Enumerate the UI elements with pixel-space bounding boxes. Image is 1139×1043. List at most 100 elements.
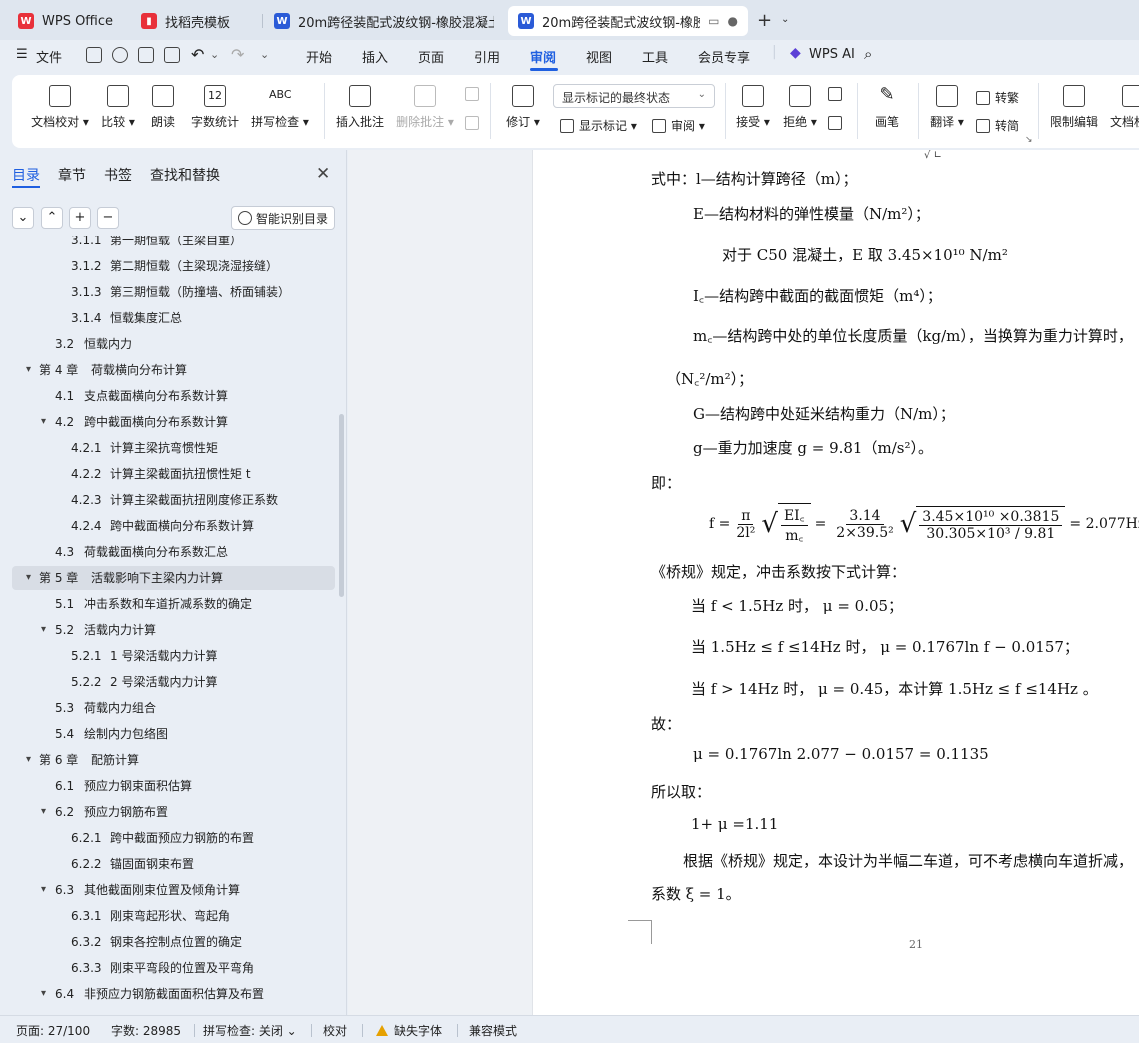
collapse-all-button[interactable]: ⌄ (12, 207, 34, 229)
markup-mode-select[interactable]: 显示标记的最终状态 ⌄ (553, 84, 715, 108)
toc-item[interactable]: 6.3.3 刚束平弯段的位置及平弯角 (12, 956, 335, 980)
toc-item[interactable]: 5.2.2 2 号梁活载内力计算 (12, 670, 335, 694)
tab-bookmarks[interactable]: 书签 (104, 165, 132, 185)
dialog-launcher-icon[interactable]: ↘ (1025, 135, 1033, 145)
status-page[interactable]: 页面: 27/100 (16, 1022, 90, 1039)
delete-comment-button[interactable]: 删除批注 ▾ (394, 85, 456, 130)
toc-item[interactable]: 4.2.3 计算主梁截面抗扭刚度修正系数 (12, 488, 335, 512)
print-preview-icon[interactable] (164, 47, 180, 63)
toc-item[interactable]: ▾ 第 5 章活载影响下主梁内力计算 (12, 566, 335, 590)
toc-item[interactable]: 6.2.2 锚固面钢束布置 (12, 852, 335, 876)
compare-button[interactable]: 比较 ▾ (98, 85, 138, 130)
menu-wps-ai[interactable]: WPS AI (809, 47, 855, 62)
chevron-down-icon[interactable]: ⌄ (260, 48, 269, 61)
toc-item[interactable]: 6.3.1 刚束弯起形状、弯起角 (12, 904, 335, 928)
toc-item[interactable]: 4.2.1 计算主梁抗弯惯性矩 (12, 436, 335, 460)
reject-button[interactable]: 拒绝 ▾ (781, 85, 819, 130)
close-icon[interactable]: ✕ (316, 164, 330, 184)
new-tab-icon[interactable]: + (757, 10, 772, 31)
toc-item[interactable]: 4.2.2 计算主梁截面抗扭惯性矩 t (12, 462, 335, 486)
spell-check-button[interactable]: ABC 拼写检查 ▾ (250, 85, 310, 130)
tab-wps-office[interactable]: W WPS Office (8, 6, 124, 36)
tab-daoke-templates[interactable]: ▮ 找稻壳模板 (131, 6, 257, 36)
menu-tools[interactable]: 工具 (642, 47, 668, 66)
toc-item[interactable]: 5.4 绘制内力包络图 (12, 722, 335, 746)
toc-item[interactable]: ▾ 第 6 章配筋计算 (12, 748, 335, 772)
toc-item[interactable]: 6.2.1 跨中截面预应力钢筋的布置 (12, 826, 335, 850)
status-word-count[interactable]: 字数: 28985 (111, 1022, 181, 1039)
toc-item[interactable]: ▾ 6.4 非预应力钢筋截面面积估算及布置 (12, 982, 335, 1006)
prev-change-icon[interactable] (828, 87, 847, 101)
toc-item[interactable]: 4.1 支点截面横向分布系数计算 (12, 384, 335, 408)
toc-item[interactable]: ▾ 4.2 跨中截面横向分布系数计算 (12, 410, 335, 434)
toc-item[interactable]: 4.3 荷载截面横向分布系数汇总 (12, 540, 335, 564)
tab-sections[interactable]: 章节 (58, 165, 86, 185)
caret-down-icon[interactable]: ▾ (41, 410, 46, 434)
toc-item[interactable]: 5.2.1 1 号梁活载内力计算 (12, 644, 335, 668)
toc-item[interactable]: ▾ 第 4 章荷载横向分布计算 (12, 358, 335, 382)
caret-down-icon[interactable]: ▾ (26, 566, 31, 590)
pen-button[interactable]: ✎ 画笔 (872, 85, 902, 130)
menu-page[interactable]: 页面 (418, 47, 444, 66)
chevron-down-icon[interactable]: ⌄ (210, 48, 219, 61)
prev-comment-icon[interactable] (465, 87, 484, 101)
toc-item[interactable]: 5.3 荷载内力组合 (12, 696, 335, 720)
toc-item[interactable]: 3.1.2 第二期恒载（主梁现浇湿接缝） (12, 254, 335, 278)
toc-item[interactable]: ▾ 5.2 活载内力计算 (12, 618, 335, 642)
redo-icon[interactable]: ↷ (231, 45, 244, 64)
toc-scrollbar[interactable] (339, 414, 344, 597)
translate-button[interactable]: 翻译 ▾ (928, 85, 966, 130)
toc-item[interactable]: ▾ 6.2 预应力钢筋布置 (12, 800, 335, 824)
share-icon[interactable] (112, 47, 128, 63)
to-traditional-button[interactable]: 转繁 (976, 89, 1019, 106)
tab-document-1[interactable]: W 20m跨径装配式波纹钢-橡胶混凝土组 (264, 6, 504, 36)
read-aloud-button[interactable]: 朗读 (148, 85, 178, 130)
toc-item[interactable]: 5.1 冲击系数和车道折减系数的确定 (12, 592, 335, 616)
menu-view[interactable]: 视图 (586, 47, 612, 66)
restrict-edit-button[interactable]: 限制编辑 (1048, 85, 1100, 130)
caret-down-icon[interactable]: ▾ (41, 618, 46, 642)
tab-document-2-active[interactable]: W 20m跨径装配式波纹钢-橡胶混 ▭ ● (508, 6, 748, 36)
to-simplified-button[interactable]: 转简 (976, 117, 1019, 134)
proofread-button[interactable]: 文档校对 ▾ (30, 85, 90, 130)
caret-down-icon[interactable]: ▾ (26, 748, 31, 772)
insert-comment-button[interactable]: 插入批注 (334, 85, 386, 130)
menu-reference[interactable]: 引用 (474, 47, 500, 66)
track-changes-button[interactable]: 修订 ▾ (504, 85, 542, 130)
review-pane-button[interactable]: 审阅 ▾ (652, 117, 705, 134)
caret-down-icon[interactable]: ▾ (41, 982, 46, 1006)
next-comment-icon[interactable] (465, 116, 484, 130)
menu-review[interactable]: 审阅 (530, 47, 556, 66)
undo-icon[interactable]: ↶ (191, 45, 204, 64)
show-markup-button[interactable]: 显示标记 ▾ (560, 117, 637, 134)
toc-item[interactable]: 6.3.2 钢束各控制点位置的确定 (12, 930, 335, 954)
menu-start[interactable]: 开始 (306, 47, 332, 66)
next-change-icon[interactable] (828, 116, 847, 130)
status-proof[interactable]: 校对 (323, 1022, 347, 1039)
menu-member[interactable]: 会员专享 (698, 47, 750, 66)
toc-item[interactable]: 6.1 预应力钢束面积估算 (12, 774, 335, 798)
document-page[interactable] (532, 150, 1139, 1015)
toc-item[interactable]: 3.1.3 第三期恒载（防撞墙、桥面铺装） (12, 280, 335, 304)
caret-down-icon[interactable]: ▾ (41, 878, 46, 902)
status-spell-check[interactable]: 拼写检查: 关闭 ⌄ (203, 1022, 297, 1039)
word-count-button[interactable]: 12 字数统计 (190, 85, 240, 130)
unsaved-dot-icon[interactable]: ● (728, 14, 738, 28)
remove-heading-button[interactable]: − (97, 207, 119, 229)
tab-find-replace[interactable]: 查找和替换 (150, 165, 220, 185)
search-icon[interactable]: ⌕ (864, 45, 872, 63)
doc-rights-button[interactable]: 文档权 (1110, 85, 1139, 130)
toc-item[interactable]: 3.1.1 第一期恒载（主梁自重） (12, 236, 335, 252)
toc-item[interactable]: 3.2 恒载内力 (12, 332, 335, 356)
toc-item[interactable]: 3.1.4 恒载集度汇总 (12, 306, 335, 330)
accept-button[interactable]: 接受 ▾ (734, 85, 772, 130)
menu-insert[interactable]: 插入 (362, 47, 388, 66)
chevron-down-icon[interactable]: ⌄ (781, 14, 789, 25)
toc-item[interactable]: ▾ 6.3 其他截面刚束位置及倾角计算 (12, 878, 335, 902)
hamburger-icon[interactable]: ☰ (16, 47, 28, 62)
status-missing-font[interactable]: 缺失字体 (376, 1022, 442, 1039)
caret-down-icon[interactable]: ▾ (41, 800, 46, 824)
expand-level-button[interactable]: ⌃ (41, 207, 63, 229)
monitor-icon[interactable]: ▭ (708, 14, 719, 28)
print-icon[interactable] (138, 47, 154, 63)
